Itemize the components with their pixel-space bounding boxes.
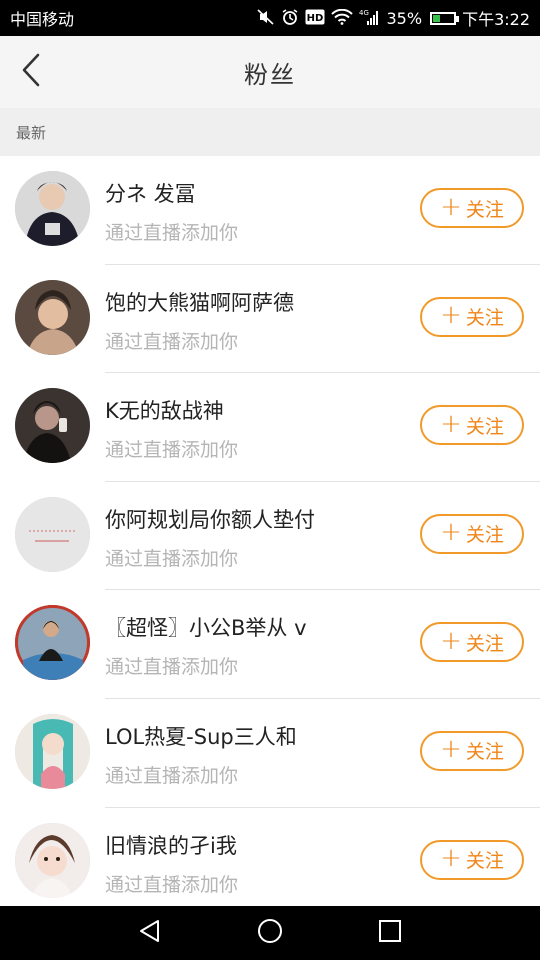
network-type: 4G — [359, 9, 369, 17]
follow-label: 关注 — [465, 415, 504, 438]
follow-label: 关注 — [465, 524, 504, 547]
mute-icon — [256, 8, 275, 28]
wifi-icon — [330, 8, 353, 28]
avatar[interactable] — [15, 388, 90, 464]
fan-source: 通过直播添加你 — [105, 330, 239, 353]
section-label: 最新 — [16, 123, 47, 142]
follow-button[interactable]: + 关注 — [420, 405, 524, 446]
avatar[interactable] — [15, 713, 90, 789]
plus-icon: + — [440, 625, 462, 656]
alarm-icon — [281, 8, 299, 29]
hd-icon: HD — [305, 9, 325, 28]
fan-name: 你阿规划局你额人垫付 — [105, 507, 315, 532]
system-home-button[interactable] — [250, 913, 290, 953]
plus-icon: + — [440, 843, 462, 874]
follow-label: 关注 — [465, 741, 504, 764]
back-button[interactable] — [14, 52, 48, 92]
follow-button[interactable]: + 关注 — [420, 730, 524, 771]
fan-source: 通过直播添加你 — [105, 764, 239, 787]
plus-icon: + — [440, 517, 462, 548]
fan-name: 饱的大熊猫啊阿萨德 — [105, 290, 294, 315]
follow-button[interactable]: + 关注 — [420, 188, 524, 228]
fan-row[interactable]: LOL热夏-Sup三人和 通过直播添加你 + 关注 — [0, 699, 540, 808]
system-recents-button[interactable] — [370, 913, 410, 953]
fan-list[interactable]: 分ネ 发冨 通过直播添加你 + 关注 饱的大熊猫啊阿萨德 通过直播添加你 + 关… — [0, 156, 540, 906]
fan-row[interactable]: 〖超怪〗小公B举从 v 通过直播添加你 + 关注 — [0, 590, 540, 699]
system-back-button[interactable] — [130, 913, 170, 953]
follow-button[interactable]: + 关注 — [420, 622, 524, 663]
home-circle-icon — [256, 917, 284, 949]
fan-row[interactable]: K无的敌战神 通过直播添加你 + 关注 — [0, 373, 540, 482]
fan-source: 通过直播添加你 — [105, 547, 239, 570]
recents-square-icon — [378, 919, 402, 947]
avatar[interactable] — [15, 171, 90, 246]
battery-percent: 35% — [386, 8, 423, 28]
system-navigation-bar — [0, 906, 540, 960]
fan-row[interactable]: 你阿规划局你额人垫付 通过直播添加你 + 关注 — [0, 482, 540, 591]
fan-row[interactable]: 旧情浪的孑i我 通过直播添加你 + 关注 — [0, 808, 540, 906]
plus-icon: + — [440, 300, 462, 331]
follow-label: 关注 — [465, 198, 504, 221]
follow-button[interactable]: + 关注 — [420, 513, 524, 554]
plus-icon: + — [440, 734, 462, 765]
clock: 下午3:22 — [462, 10, 530, 29]
signal-icon: 4G — [359, 8, 381, 29]
follow-label: 关注 — [465, 850, 504, 873]
fan-name: 〖超怪〗小公B举从 v — [105, 616, 307, 641]
chevron-left-icon — [20, 53, 42, 91]
fan-name: 旧情浪的孑i我 — [105, 833, 237, 858]
follow-label: 关注 — [465, 632, 504, 655]
hd-text: HD — [306, 13, 323, 24]
fan-source: 通过直播添加你 — [105, 222, 239, 244]
avatar[interactable] — [15, 279, 90, 355]
fan-row[interactable]: 分ネ 发冨 通过直播添加你 + 关注 — [0, 156, 540, 265]
follow-button[interactable]: + 关注 — [420, 839, 524, 880]
fan-source: 通过直播添加你 — [105, 873, 239, 896]
fan-name: LOL热夏-Sup三人和 — [105, 724, 297, 749]
fan-name: K无的敌战神 — [105, 399, 224, 424]
back-triangle-icon — [137, 918, 163, 948]
fan-source: 通过直播添加你 — [105, 439, 239, 462]
follow-label: 关注 — [465, 307, 504, 330]
avatar[interactable] — [15, 822, 90, 898]
fan-source: 通过直播添加你 — [105, 656, 239, 679]
title-bar: 粉丝 — [0, 36, 540, 108]
status-bar: 中国移动 HD 4G 35% 下午3:22 — [0, 0, 540, 36]
follow-button[interactable]: + 关注 — [420, 296, 524, 337]
battery-icon — [430, 11, 460, 25]
battery-fill — [433, 14, 441, 22]
page-title: 粉丝 — [244, 60, 296, 89]
fan-row[interactable]: 饱的大熊猫啊阿萨德 通过直播添加你 + 关注 — [0, 265, 540, 374]
avatar[interactable] — [15, 605, 90, 681]
fan-name: 分ネ 发冨 — [105, 182, 196, 206]
carrier-label: 中国移动 — [10, 10, 75, 29]
section-header-latest: 最新 — [0, 108, 540, 156]
plus-icon: + — [440, 191, 462, 222]
avatar[interactable] — [15, 496, 90, 572]
plus-icon: + — [440, 408, 462, 439]
